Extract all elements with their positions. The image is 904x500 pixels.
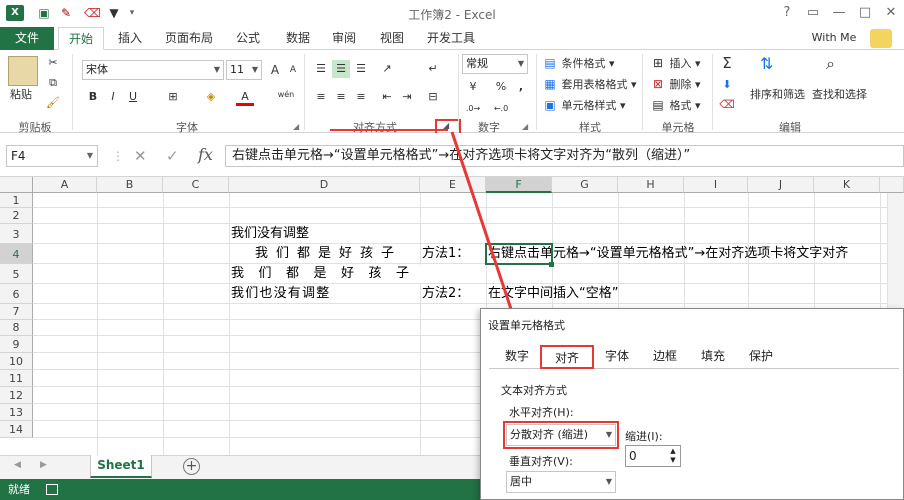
indent-value: 0 [629,449,637,463]
dialog-tab-number[interactable]: 数字 [497,345,537,369]
dialog-title: 设置单元格格式 [488,319,565,332]
horizontal-align-select[interactable]: 分散对齐 (缩进) ▼ [506,424,616,446]
vertical-align-select[interactable]: 居中 ▼ [506,471,616,493]
dialog-tab-border[interactable]: 边框 [645,345,685,369]
format-cells-dialog: 设置单元格格式 数字 对齐 字体 边框 填充 保护 文本对齐方式 水平对齐(H)… [480,308,904,500]
text-alignment-section: 文本对齐方式 [501,384,567,397]
indent-label: 缩进(I): [625,430,663,443]
horizontal-align-value: 分散对齐 (缩进) [510,428,589,441]
excel-window: X ▣ ✎ ⌫ ▼ ▾ 工作簿2 - Excel ? ▭ — □ ✕ 文件 开始… [0,0,904,500]
dialog-tab-fill[interactable]: 填充 [693,345,733,369]
chevron-down-icon: ▼ [605,477,613,486]
horizontal-align-label: 水平对齐(H): [509,406,574,419]
vertical-align-label: 垂直对齐(V): [509,455,573,468]
vertical-align-value: 居中 [510,475,532,488]
chevron-down-icon: ▼ [605,430,613,439]
indent-spinner[interactable]: 0 ▲ ▼ [625,445,681,467]
dialog-tab-alignment[interactable]: 对齐 [540,345,594,369]
arrow-launcher-to-dialog [450,131,516,319]
dialog-tab-font[interactable]: 字体 [597,345,637,369]
dialog-tab-protection[interactable]: 保护 [741,345,781,369]
spinner-arrows-icon[interactable]: ▲ ▼ [667,447,679,465]
